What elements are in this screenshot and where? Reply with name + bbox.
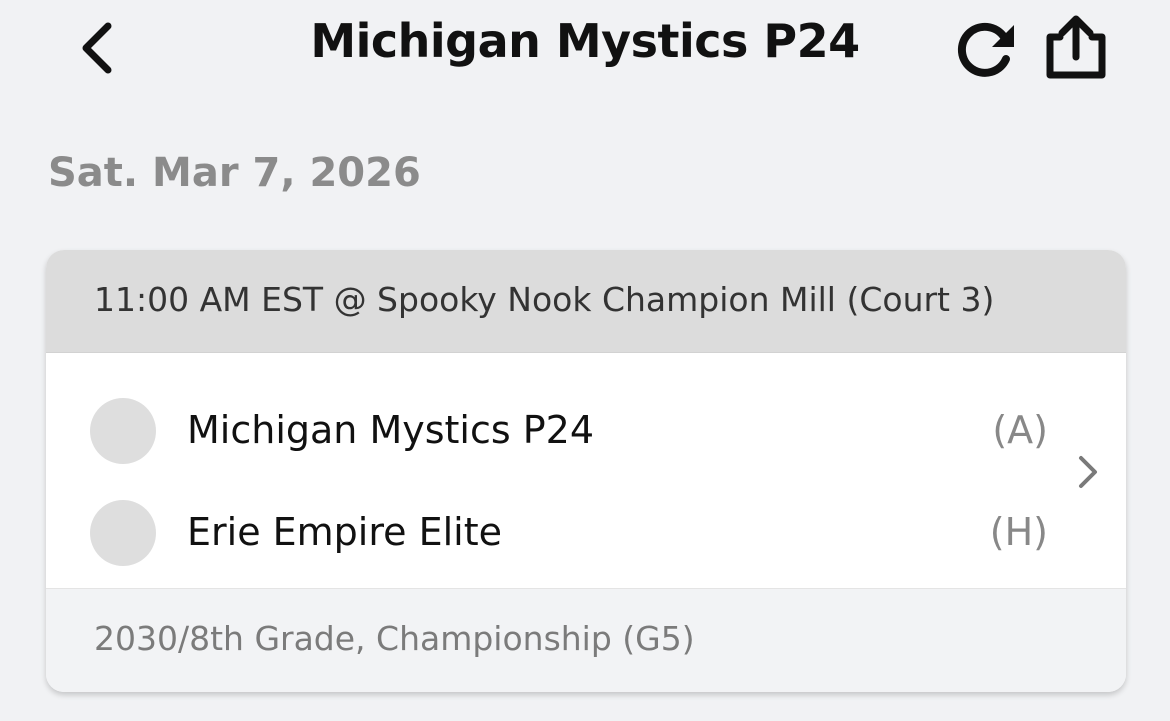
nav-header: Michigan Mystics P24 bbox=[0, 0, 1170, 100]
team-row-away: Michigan Mystics P24 (A) bbox=[46, 386, 1126, 476]
team-avatar bbox=[90, 500, 156, 566]
game-card-footer: 2030/8th Grade, Championship (G5) bbox=[46, 588, 1126, 692]
game-division: 2030/8th Grade, Championship (G5) bbox=[94, 619, 695, 658]
team-name: Erie Empire Elite bbox=[187, 510, 503, 554]
refresh-icon bbox=[957, 22, 1014, 77]
game-time-location: 11:00 AM EST @ Spooky Nook Champion Mill… bbox=[94, 280, 995, 319]
share-button[interactable] bbox=[1040, 14, 1112, 82]
page-title: Michigan Mystics P24 bbox=[310, 14, 860, 68]
game-schedule-screen: Michigan Mystics P24 Sat. Mar 7, 2026 11… bbox=[0, 0, 1170, 721]
refresh-button[interactable] bbox=[952, 16, 1022, 80]
schedule-date: Sat. Mar 7, 2026 bbox=[48, 150, 421, 196]
chevron-right-icon bbox=[1074, 450, 1104, 494]
share-icon bbox=[1046, 15, 1106, 79]
team-row-home: Erie Empire Elite (H) bbox=[46, 488, 1126, 578]
chevron-left-icon bbox=[82, 22, 112, 74]
team-avatar bbox=[90, 398, 156, 464]
team-side-label: (A) bbox=[992, 408, 1048, 452]
game-card[interactable]: 11:00 AM EST @ Spooky Nook Champion Mill… bbox=[46, 250, 1126, 692]
team-side-label: (H) bbox=[989, 510, 1048, 554]
team-name: Michigan Mystics P24 bbox=[187, 408, 595, 452]
game-card-header: 11:00 AM EST @ Spooky Nook Champion Mill… bbox=[46, 250, 1126, 353]
back-button[interactable] bbox=[68, 18, 124, 78]
